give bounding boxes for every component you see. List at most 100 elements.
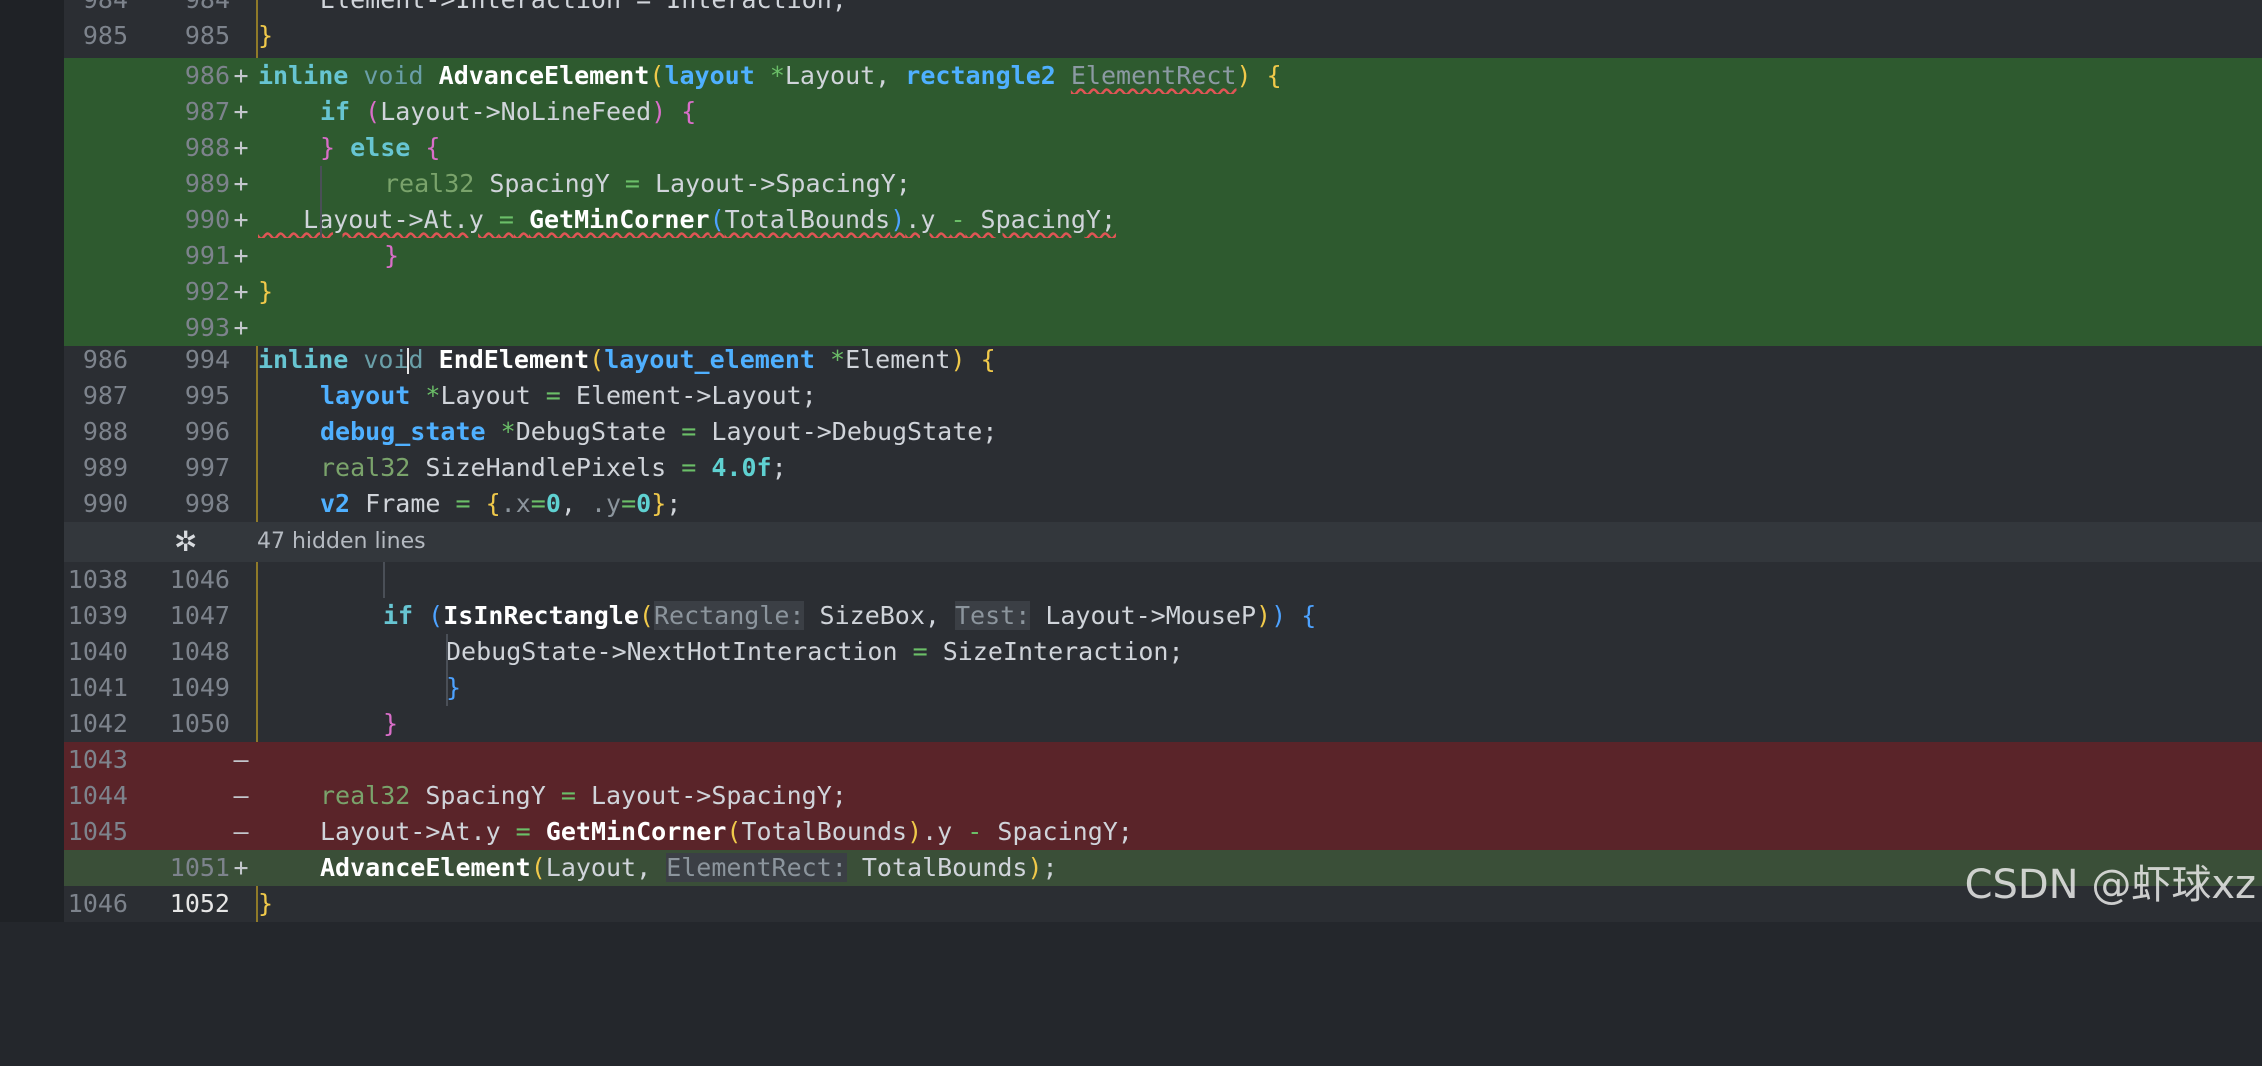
new-line-number: 988: [184, 133, 230, 162]
old-line-number: 989: [82, 453, 128, 482]
removed-line[interactable]: 1043 —: [64, 742, 2262, 778]
added-line[interactable]: 993 +: [64, 310, 2262, 346]
old-line-number: 1038: [67, 565, 128, 594]
code-line[interactable]: 1041 1049 }: [64, 670, 2262, 706]
code-text: AdvanceElement(Layout, ElementRect: Tota…: [320, 853, 1058, 882]
code-line[interactable]: 988 996 debug_state *DebugState = Layout…: [64, 414, 2262, 450]
added-line[interactable]: 990 + Layout->At.y = GetMinCorner(TotalB…: [64, 202, 2262, 238]
old-line-number: 1043: [67, 745, 128, 774]
added-marker: +: [233, 97, 249, 126]
added-marker: +: [233, 853, 249, 882]
old-line-number: 1041: [67, 673, 128, 702]
code-text: Layout->At.y = GetMinCorner(TotalBounds)…: [258, 205, 1117, 234]
new-line-number: 1047: [169, 601, 230, 630]
code-line[interactable]: 1039 1047 if (IsInRectangle(Rectangle: S…: [64, 598, 2262, 634]
new-line-number: 996: [184, 417, 230, 446]
code-text: }: [383, 709, 399, 738]
code-text: if (IsInRectangle(Rectangle: SizeBox, Te…: [383, 601, 1317, 630]
new-line-number: 1050: [169, 709, 230, 738]
added-marker: +: [233, 313, 249, 342]
code-line[interactable]: 984 984 Element->Interaction = Interacti…: [64, 0, 2262, 18]
code-line[interactable]: 985 985 }: [64, 18, 2262, 54]
csdn-watermark: CSDN @虾球xz: [1964, 862, 2256, 908]
code-text: if (Layout->NoLineFeed) {: [320, 97, 697, 126]
added-marker: +: [233, 241, 249, 270]
old-line-number: 985: [82, 21, 128, 50]
added-marker: +: [233, 61, 249, 90]
code-line[interactable]: 1042 1050 }: [64, 706, 2262, 742]
added-line[interactable]: 1051 + AdvanceElement(Layout, ElementRec…: [64, 850, 2262, 886]
code-text: Element->Interaction = Interaction;: [320, 0, 847, 18]
code-text: }: [384, 241, 400, 270]
new-line-number: 995: [184, 381, 230, 410]
new-line-number: 997: [184, 453, 230, 482]
code-text: inline void AdvanceElement(layout *Layou…: [258, 61, 1282, 90]
code-line[interactable]: 1046 1052 }: [64, 886, 2262, 922]
new-line-number: 992: [184, 277, 230, 306]
removed-line[interactable]: 1044 — real32 SpacingY = Layout->Spacing…: [64, 778, 2262, 814]
removed-marker: —: [233, 817, 249, 846]
old-line-number: 988: [82, 417, 128, 446]
code-text: real32 SizeHandlePixels = 4.0f;: [320, 453, 787, 482]
code-line[interactable]: 989 997 real32 SizeHandlePixels = 4.0f;: [64, 450, 2262, 486]
new-line-number: 993: [184, 313, 230, 342]
indent-guide: [320, 166, 322, 238]
new-line-number: 994: [184, 345, 230, 374]
code-text: real32 SpacingY = Layout->SpacingY;: [384, 169, 911, 198]
code-line[interactable]: 987 995 layout *Layout = Element->Layout…: [64, 378, 2262, 414]
new-line-number: 1051: [169, 853, 230, 882]
added-marker: +: [233, 277, 249, 306]
old-line-number: 1045: [67, 817, 128, 846]
code-line[interactable]: 986 994 inline void EndElement(layout_el…: [64, 342, 2262, 378]
code-text: Layout->At.y = GetMinCorner(TotalBounds)…: [320, 817, 1133, 846]
new-line-number: 990: [184, 205, 230, 234]
new-line-number: 991: [184, 241, 230, 270]
indent-guide: [383, 562, 385, 598]
code-text: DebugState->NextHotInteraction = SizeInt…: [446, 637, 1184, 666]
removed-marker: —: [233, 781, 249, 810]
code-text: debug_state *DebugState = Layout->DebugS…: [320, 417, 998, 446]
old-line-number: 1046: [67, 889, 128, 918]
code-line[interactable]: 1040 1048 DebugState->NextHotInteraction…: [64, 634, 2262, 670]
hidden-lines-expander[interactable]: ✲ 47 hidden lines: [64, 522, 2262, 562]
code-text: }: [446, 673, 462, 702]
removed-marker: —: [233, 745, 249, 774]
new-line-number: 1052: [169, 889, 230, 918]
added-line[interactable]: 991 + }: [64, 238, 2262, 274]
new-line-number: 987: [184, 97, 230, 126]
code-text: }: [258, 21, 274, 50]
code-text: }: [258, 889, 274, 918]
old-line-number: 987: [82, 381, 128, 410]
old-line-number: 1042: [67, 709, 128, 738]
added-marker: +: [233, 133, 249, 162]
added-line[interactable]: 992 + }: [64, 274, 2262, 310]
added-line[interactable]: 989 + real32 SpacingY = Layout->SpacingY…: [64, 166, 2262, 202]
unfold-icon[interactable]: ✲: [174, 522, 197, 562]
code-line[interactable]: 1038 1046: [64, 562, 2262, 598]
code-text: layout *Layout = Element->Layout;: [320, 381, 817, 410]
code-text: real32 SpacingY = Layout->SpacingY;: [320, 781, 847, 810]
new-line-number: 986: [184, 61, 230, 90]
added-line[interactable]: 986 + inline void AdvanceElement(layout …: [64, 58, 2262, 94]
added-line[interactable]: 987 + if (Layout->NoLineFeed) {: [64, 94, 2262, 130]
old-line-number: 990: [82, 489, 128, 518]
added-marker: +: [233, 169, 249, 198]
new-line-number: 985: [184, 21, 230, 50]
code-text: } else {: [320, 133, 441, 162]
code-text: v2 Frame = {.x=0, .y=0};: [320, 489, 682, 518]
removed-line[interactable]: 1045 — Layout->At.y = GetMinCorner(Total…: [64, 814, 2262, 850]
code-text: inline void EndElement(layout_element *E…: [258, 345, 996, 374]
added-marker: +: [233, 205, 249, 234]
hidden-lines-label: 47 hidden lines: [257, 529, 426, 554]
code-line[interactable]: 990 998 v2 Frame = {.x=0, .y=0};: [64, 486, 2262, 522]
added-line[interactable]: 988 + } else {: [64, 130, 2262, 166]
old-line-number: 986: [82, 345, 128, 374]
code-text: }: [258, 277, 274, 306]
new-line-number: 989: [184, 169, 230, 198]
diff-editor[interactable]: 984 984 Element->Interaction = Interacti…: [64, 0, 2262, 922]
new-line-number: 984: [134, 0, 230, 18]
new-line-number: 998: [184, 489, 230, 518]
old-line-number: 1044: [67, 781, 128, 810]
old-line-number: 1039: [67, 601, 128, 630]
new-line-number: 1048: [169, 637, 230, 666]
